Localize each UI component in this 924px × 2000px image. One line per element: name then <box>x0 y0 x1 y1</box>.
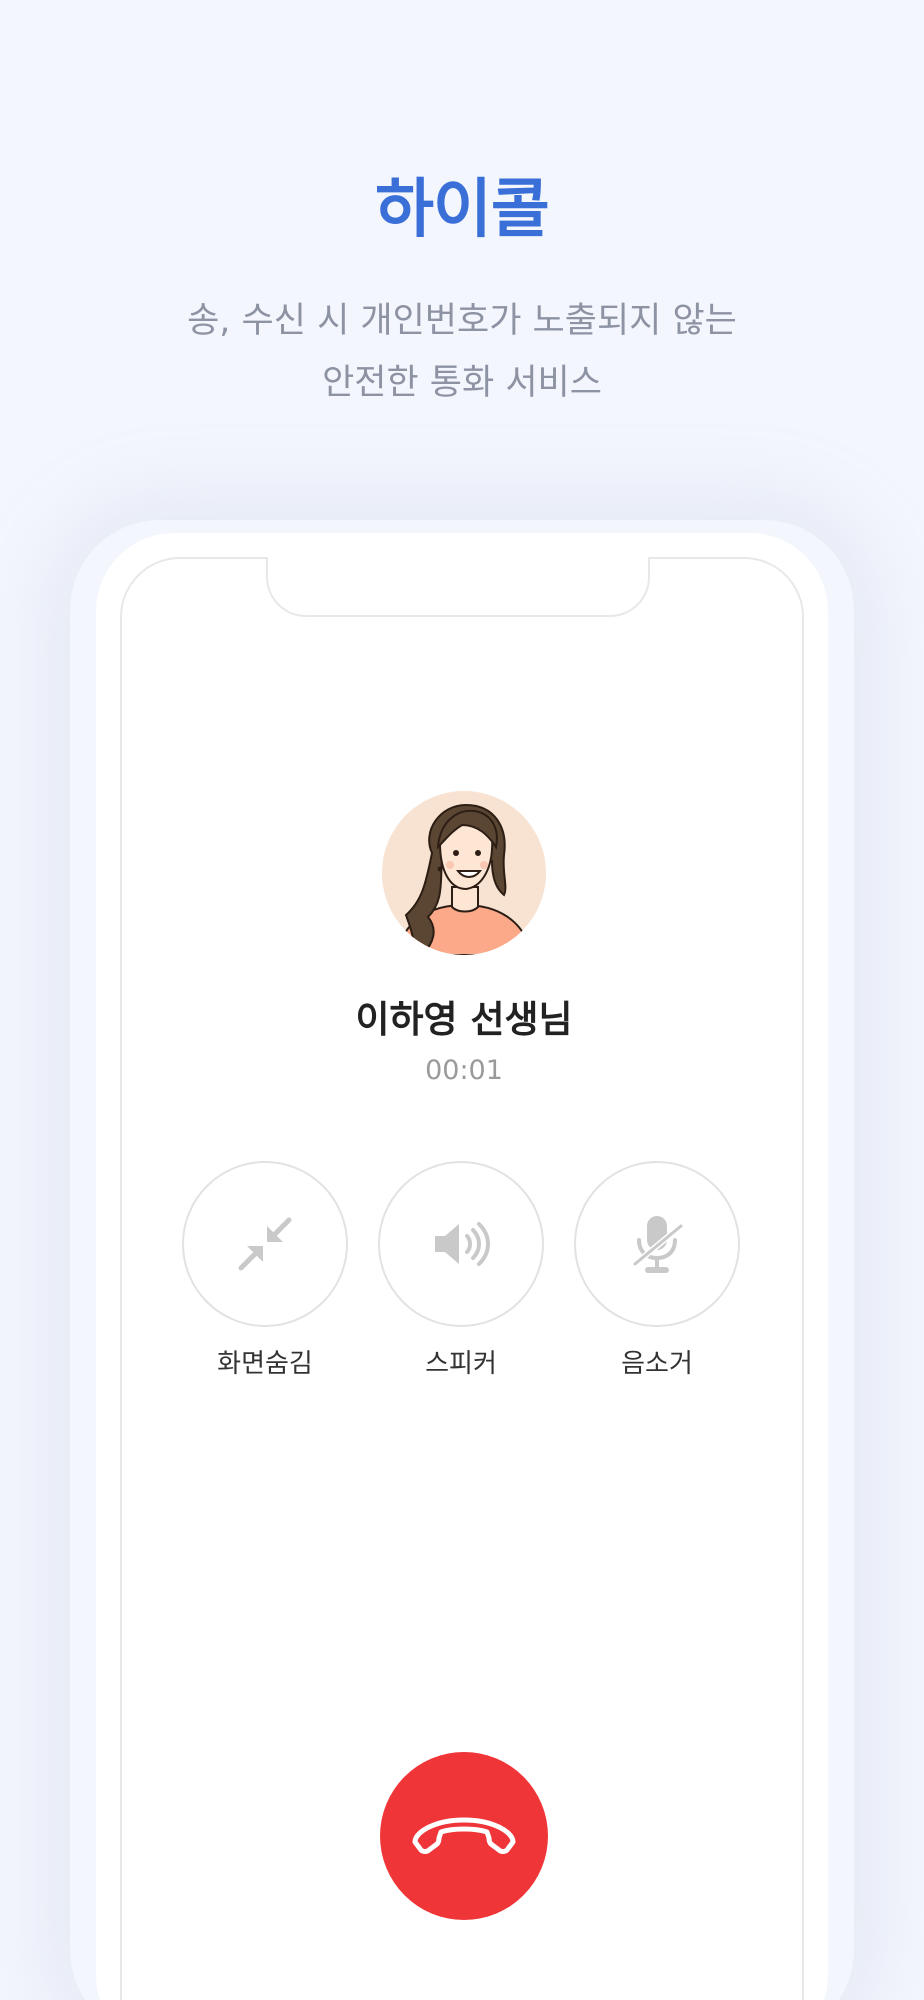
avatar-illustration <box>382 791 546 955</box>
hang-up-icon <box>412 1817 516 1854</box>
promo-page: 하이콜 송, 수신 시 개인번호가 노출되지 않는 안전한 통화 서비스 이하영… <box>0 0 924 2000</box>
call-controls: 화면숨김 스피커 음소거 <box>182 1161 746 1381</box>
app-subtitle: 송, 수신 시 개인번호가 노출되지 않는 안전한 통화 서비스 <box>0 290 924 414</box>
speaker-icon <box>435 1222 490 1266</box>
mute-label: 음소거 <box>621 1349 693 1379</box>
app-title: 하이콜 <box>375 173 550 247</box>
hide-screen-label: 화면숨김 <box>217 1349 313 1379</box>
mute-icon <box>632 1216 684 1273</box>
speaker-circle[interactable] <box>378 1161 544 1327</box>
hide-screen-circle[interactable] <box>182 1161 348 1327</box>
avatar <box>382 791 546 955</box>
mute-button[interactable]: 음소거 <box>574 1161 740 1380</box>
call-timer: 00:01 <box>425 1055 503 1086</box>
minimize-icon <box>238 1217 292 1271</box>
subtitle-line-2: 안전한 통화 서비스 <box>322 363 602 403</box>
subtitle-line-1: 송, 수신 시 개인번호가 노출되지 않는 <box>187 301 737 341</box>
end-call-button[interactable] <box>380 1752 548 1920</box>
caller-name: 이하영 선생님 <box>355 998 573 1041</box>
phone-mockup: 이하영 선생님 00:01 화면숨김 스피커 음소거 <box>96 533 828 2000</box>
mute-circle[interactable] <box>574 1161 740 1327</box>
hide-screen-button[interactable]: 화면숨김 <box>182 1161 348 1380</box>
phone-notch <box>266 557 650 617</box>
call-screen: 이하영 선생님 00:01 화면숨김 스피커 음소거 <box>120 556 804 2000</box>
speaker-label: 스피커 <box>425 1349 497 1379</box>
speaker-button[interactable]: 스피커 <box>378 1161 544 1380</box>
